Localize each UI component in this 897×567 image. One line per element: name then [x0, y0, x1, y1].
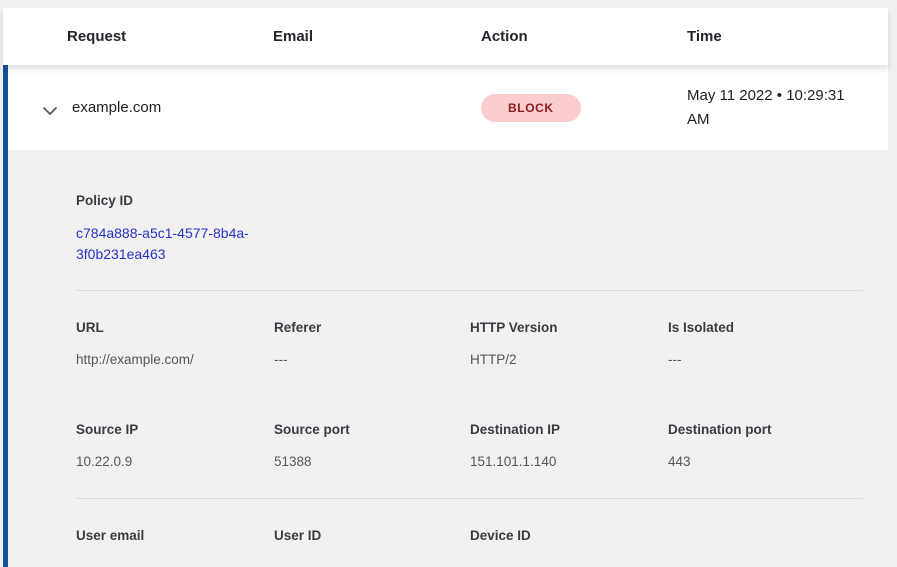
destination-port-label: Destination port [668, 422, 863, 437]
user-email-value: --- [76, 558, 274, 567]
device-id-label: Device ID [470, 528, 668, 543]
column-header-email: Email [273, 28, 481, 45]
source-ip-value: 10.22.0.9 [76, 452, 274, 472]
http-version-label: HTTP Version [470, 320, 668, 335]
source-ip-field: Source IP 10.22.0.9 [76, 422, 274, 472]
url-label: URL [76, 320, 274, 335]
device-id-field: Device ID --- [470, 528, 668, 567]
chevron-down-icon[interactable] [42, 103, 58, 113]
row-detail-panel: Policy ID c784a888-a5c1-4577-8b4a-3f0b23… [8, 150, 888, 567]
user-id-label: User ID [274, 528, 470, 543]
user-id-value: --- [274, 558, 470, 567]
table-row[interactable]: example.com BLOCK May 11 2022 • 10:29:31… [8, 65, 888, 150]
is-isolated-field: Is Isolated --- [668, 320, 863, 370]
user-email-field: User email --- [76, 528, 274, 567]
empty-cell [668, 528, 863, 567]
column-header-time: Time [687, 28, 888, 45]
policy-id-link[interactable]: c784a888-a5c1-4577-8b4a-3f0b231ea463 [76, 223, 268, 265]
detail-row-network: Source IP 10.22.0.9 Source port 51388 De… [76, 422, 863, 472]
detail-row-http: URL http://example.com/ Referer --- HTTP… [76, 320, 863, 370]
device-id-value: --- [470, 558, 668, 567]
destination-ip-value: 151.101.1.140 [470, 452, 668, 472]
user-email-label: User email [76, 528, 274, 543]
url-field: URL http://example.com/ [76, 320, 274, 370]
destination-port-value: 443 [668, 452, 863, 472]
http-version-value: HTTP/2 [470, 350, 668, 370]
source-port-value: 51388 [274, 452, 470, 472]
is-isolated-value: --- [668, 350, 863, 370]
http-version-field: HTTP Version HTTP/2 [470, 320, 668, 370]
table-header-row: Request Email Action Time [3, 8, 888, 65]
is-isolated-label: Is Isolated [668, 320, 863, 335]
time-cell: May 11 2022 • 10:29:31 AM [687, 84, 869, 132]
destination-port-field: Destination port 443 [668, 422, 863, 472]
source-port-field: Source port 51388 [274, 422, 470, 472]
log-table: Request Email Action Time example.com BL… [3, 8, 888, 567]
expanded-row-group: example.com BLOCK May 11 2022 • 10:29:31… [3, 65, 888, 567]
policy-id-label: Policy ID [76, 193, 863, 208]
divider [76, 498, 863, 499]
user-id-field: User ID --- [274, 528, 470, 567]
source-port-label: Source port [274, 422, 470, 437]
source-ip-label: Source IP [76, 422, 274, 437]
column-header-action: Action [481, 28, 687, 45]
destination-ip-field: Destination IP 151.101.1.140 [470, 422, 668, 472]
referer-label: Referer [274, 320, 470, 335]
column-header-request: Request [67, 28, 273, 45]
referer-value: --- [274, 350, 470, 370]
policy-id-field: Policy ID c784a888-a5c1-4577-8b4a-3f0b23… [76, 193, 863, 265]
action-cell: BLOCK [481, 94, 687, 122]
request-cell: example.com [72, 99, 273, 116]
destination-ip-label: Destination IP [470, 422, 668, 437]
url-value: http://example.com/ [76, 350, 274, 370]
divider [76, 290, 863, 291]
referer-field: Referer --- [274, 320, 470, 370]
detail-row-user: User email --- User ID --- Device ID --- [76, 528, 863, 567]
block-status-badge: BLOCK [481, 94, 581, 122]
